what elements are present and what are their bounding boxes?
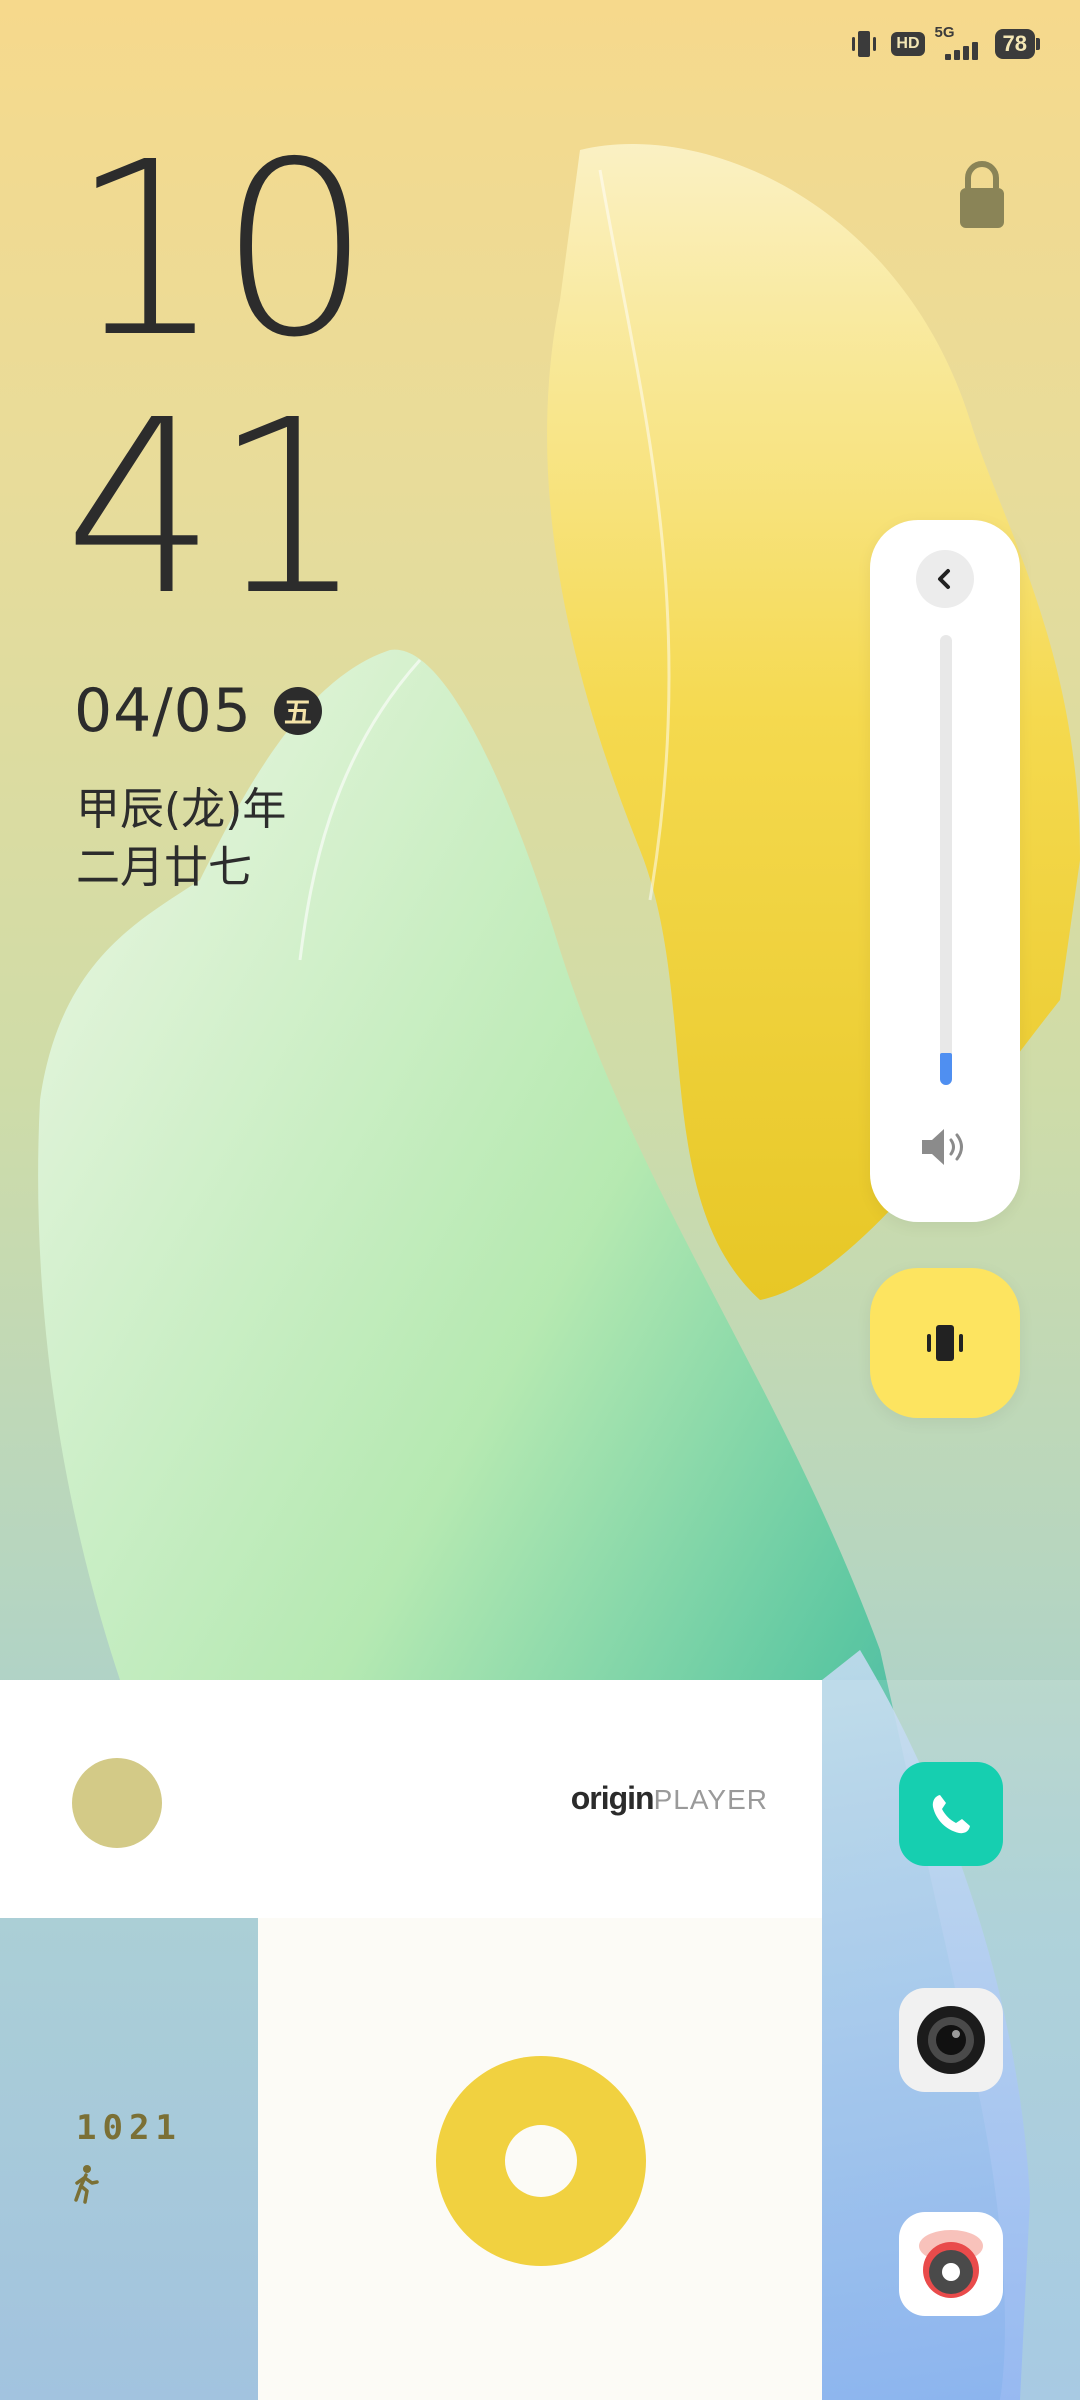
vibrate-mode-button[interactable]: [870, 1268, 1020, 1418]
clock-minute: 41: [64, 368, 365, 648]
donut-ring: [436, 2056, 646, 2266]
steps-widget[interactable]: 1021: [0, 1918, 258, 2400]
vibrate-icon: [927, 1325, 963, 1361]
status-bar: HD 5G 78: [847, 20, 1040, 68]
volume-slider[interactable]: [940, 635, 952, 1085]
chevron-left-icon: [938, 569, 950, 589]
player-logo: originPLAYER: [571, 1780, 768, 1817]
player-brand-origin: origin: [570, 1780, 655, 1816]
walk-icon: [74, 2165, 99, 2204]
donut-widget[interactable]: [258, 1918, 822, 2400]
phone-app-icon[interactable]: [899, 1762, 1003, 1866]
volume-panel[interactable]: [870, 520, 1020, 1222]
phone-icon: [932, 1795, 970, 1834]
hd-icon: HD: [891, 32, 925, 56]
battery-icon: 78: [994, 29, 1040, 59]
lunar-day: 二月廿七: [76, 842, 252, 893]
volume-back-button[interactable]: [916, 550, 974, 608]
lunar-year: 甲辰(龙)年: [76, 784, 287, 835]
signal-5g-icon: 5G: [934, 24, 985, 62]
recorder-app-icon[interactable]: [899, 2212, 1003, 2316]
player-brand-player: PLAYER: [653, 1784, 768, 1815]
camera-app-icon[interactable]: [899, 1988, 1003, 2092]
date: 04/05: [74, 676, 252, 746]
recorder-icon: [919, 2230, 983, 2298]
clock-hour: 10: [70, 110, 371, 390]
volume-level: [940, 1053, 952, 1085]
album-art[interactable]: [72, 1758, 162, 1848]
battery-level: 78: [994, 29, 1035, 59]
network-label: 5G: [934, 24, 955, 41]
camera-icon: [917, 2006, 985, 2074]
step-count: 1021: [76, 2108, 182, 2148]
music-widget[interactable]: originPLAYER: [0, 1680, 822, 1918]
weekday-badge: 五: [273, 687, 322, 735]
speaker-icon[interactable]: [918, 1124, 972, 1170]
lock-icon: [960, 161, 1004, 228]
vibrate-icon: [852, 31, 877, 57]
date-row: 04/05 五: [74, 676, 322, 746]
